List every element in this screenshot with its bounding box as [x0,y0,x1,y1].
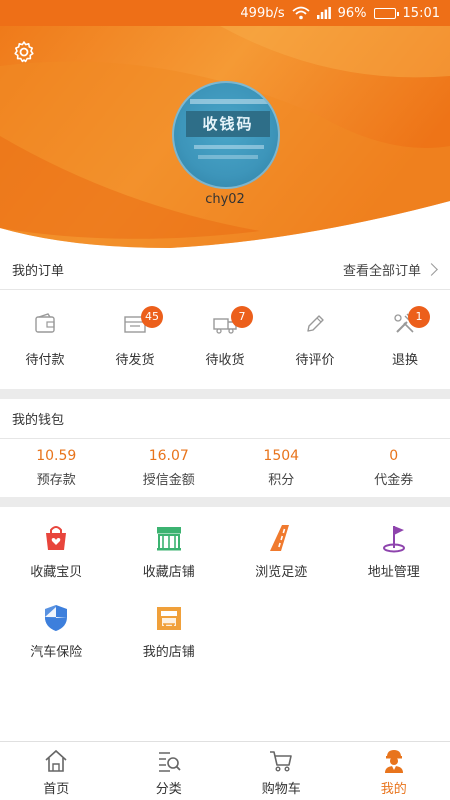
battery-icon [373,7,399,19]
view-all-orders-link[interactable]: 查看全部订单 [342,260,438,279]
order-badge: 45 [141,306,163,328]
section-divider [0,389,450,399]
cart-icon [270,751,293,772]
favorite-bag-icon [46,526,67,550]
service-favorite-stores[interactable]: 收藏店铺 [113,507,226,587]
service-browsing-history[interactable]: 浏览足迹 [225,507,338,587]
tab-mine[interactable]: 我的 [338,742,450,800]
wallet-title: 我的钱包 [12,413,65,428]
service-label: 汽车保险 [30,645,83,660]
wallet-value: 10.59 [36,448,77,464]
category-icon [158,752,181,772]
view-all-orders-label: 查看全部订单 [342,264,421,279]
wallet-label: 代金券 [374,473,414,488]
service-my-store[interactable]: 我的店铺 [113,587,226,667]
wallet-points[interactable]: 1504 积分 [225,440,338,496]
wallet-value: 0 [389,448,399,464]
service-label: 我的店铺 [142,645,195,660]
orders-header: 我的订单 查看全部订单 [0,250,450,290]
order-item-label: 待付款 [25,353,65,368]
order-badge: 7 [231,306,253,328]
service-label: 收藏店铺 [142,565,195,580]
tab-label: 首页 [43,782,70,797]
wallet-prepaid[interactable]: 10.59 预存款 [0,440,113,496]
settings-gear-icon[interactable] [12,40,36,64]
service-label: 浏览足迹 [255,565,308,580]
status-bar: 499b/s 96% 15:01 [0,0,450,26]
service-car-insurance[interactable]: 汽车保险 [0,587,113,667]
bottom-tab-bar: 首页 分类 购物车 我的 [0,741,450,800]
tab-cart[interactable]: 购物车 [225,742,338,800]
chevron-right-icon [425,263,438,276]
battery-percent: 96% [337,5,367,21]
road-icon [270,525,290,551]
tab-label: 购物车 [261,782,301,797]
order-item-label: 待发货 [115,353,155,368]
wallet-value: 1504 [263,448,300,464]
profile-header: 收钱码 chy02 [0,26,450,250]
home-icon [45,749,67,772]
service-address-management[interactable]: 地址管理 [338,507,450,587]
orders-title: 我的订单 [12,264,65,279]
tab-label: 我的 [380,782,407,797]
signal-icon [316,7,331,19]
tab-home[interactable]: 首页 [0,742,113,800]
wallet-label: 授信金额 [142,473,195,488]
order-pending-shipment[interactable]: 45 待发货 [90,291,180,389]
tab-label: 分类 [155,782,182,797]
service-label: 地址管理 [367,565,420,580]
order-returns[interactable]: 1 退换 [360,291,450,389]
avatar[interactable]: 收钱码 [172,81,280,189]
wifi-icon [292,6,310,20]
wallet-credit[interactable]: 16.07 授信金额 [113,440,226,496]
wallet-label: 预存款 [36,473,76,488]
flag-icon [382,526,405,553]
avatar-text: 收钱码 [186,111,270,137]
clock: 15:01 [402,5,440,21]
order-pending-review[interactable]: 待评价 [270,291,360,389]
order-pending-payment[interactable]: 待付款 [0,291,90,389]
order-item-label: 待评价 [295,353,335,368]
shop-icon [156,607,181,630]
tab-category[interactable]: 分类 [113,742,226,800]
service-label: 收藏宝贝 [30,565,83,580]
wallet-row: 10.59 预存款 16.07 授信金额 1504 积分 0 代金券 [0,440,450,496]
username: chy02 [205,192,245,207]
order-item-label: 待收货 [205,353,245,368]
network-speed: 499b/s [240,5,285,21]
section-divider [0,497,450,507]
services-grid: 收藏宝贝 收藏店铺 浏览足迹 地址管理 汽车保险 我的店铺 [0,507,450,667]
pencil-icon [307,315,324,332]
order-status-row: 待付款 45 待发货 7 待收货 待评价 1 退换 [0,291,450,389]
wallet-label: 积分 [268,473,295,488]
wallet-vouchers[interactable]: 0 代金券 [338,440,450,496]
shield-icon [45,605,68,631]
service-favorite-items[interactable]: 收藏宝贝 [0,507,113,587]
order-badge: 1 [408,306,430,328]
user-icon [384,750,403,773]
wallet-header: 我的钱包 [0,399,450,439]
order-pending-receipt[interactable]: 7 待收货 [180,291,270,389]
order-item-label: 退换 [391,353,418,368]
store-icon [156,527,181,551]
wallet-value: 16.07 [148,448,189,464]
wallet-icon [35,313,55,333]
